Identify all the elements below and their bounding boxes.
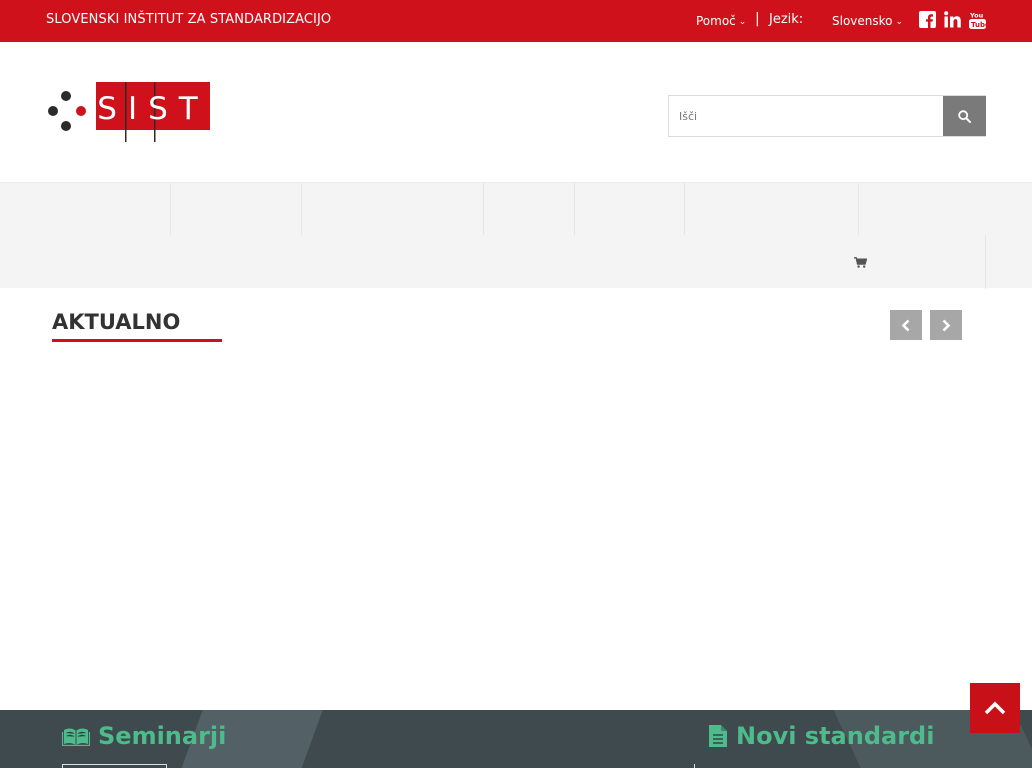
seminars-title: Seminarji: [98, 722, 227, 750]
seminars-heading[interactable]: Seminarji: [62, 722, 226, 750]
facebook-icon[interactable]: [919, 11, 937, 29]
youtube-icon[interactable]: YouTube: [969, 11, 987, 29]
nav-item[interactable]: [859, 183, 1032, 235]
help-dropdown[interactable]: Pomoč ⌄: [696, 14, 746, 28]
search-button[interactable]: [943, 96, 986, 136]
logo-text: SIST: [97, 91, 208, 127]
new-standards-title: Novi standardi: [736, 722, 935, 750]
nav-row: [0, 235, 1032, 289]
language-selected: Slovensko: [832, 14, 893, 28]
nav-item[interactable]: [685, 183, 859, 235]
nav-item[interactable]: [171, 183, 302, 235]
featured-band: Seminarji Novi standardi: [0, 710, 1032, 768]
new-standards-heading[interactable]: Novi standardi: [708, 722, 934, 750]
nav-item[interactable]: [0, 183, 171, 235]
chevron-down-icon: ⌄: [738, 17, 747, 27]
cart-link[interactable]: [846, 235, 986, 289]
file-text-icon: [709, 725, 727, 747]
sist-logo[interactable]: SIST: [46, 82, 212, 144]
nav-item[interactable]: [575, 183, 685, 235]
carousel-next-button[interactable]: [930, 310, 962, 340]
top-bar: SLOVENSKI INŠTITUT ZA STANDARDIZACIJO Po…: [0, 0, 1032, 42]
chevron-up-icon: [984, 701, 1006, 715]
back-to-top-button[interactable]: [970, 683, 1020, 733]
nav-row: [0, 183, 1032, 235]
search-input[interactable]: [669, 96, 943, 136]
chevron-down-icon: ⌄: [895, 17, 904, 27]
language-label: Jezik:: [769, 12, 804, 27]
help-label: Pomoč: [696, 14, 736, 28]
org-name: SLOVENSKI INŠTITUT ZA STANDARDIZACIJO: [46, 12, 332, 27]
section-title: AKTUALNO: [52, 310, 181, 334]
carousel-prev-button[interactable]: [890, 310, 922, 340]
language-dropdown[interactable]: Slovensko ⌄: [832, 14, 903, 28]
cart-icon: [854, 257, 867, 268]
book-open-icon: [62, 728, 90, 746]
search-box: [668, 95, 986, 137]
search-icon: [958, 109, 971, 123]
nav-item[interactable]: [302, 183, 484, 235]
chevron-left-icon: [901, 319, 910, 331]
separator: |: [755, 11, 760, 27]
linkedin-icon[interactable]: [944, 11, 962, 29]
svg-text:Tube: Tube: [971, 21, 986, 29]
chevron-right-icon: [942, 319, 951, 331]
seminar-card-edge: [62, 764, 167, 768]
nav-item[interactable]: [484, 183, 575, 235]
divider: [694, 764, 695, 768]
main-navigation: [0, 182, 1032, 289]
svg-text:You: You: [969, 12, 984, 20]
section-underline: [52, 339, 222, 342]
